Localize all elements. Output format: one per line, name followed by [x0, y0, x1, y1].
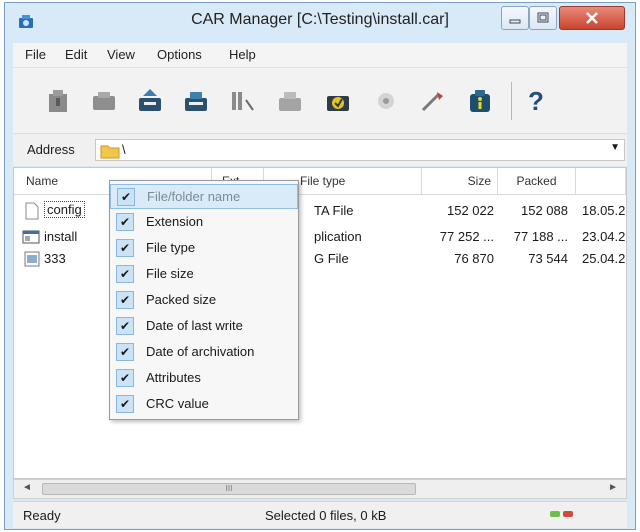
address-bar: Address \ ▼ — [13, 133, 627, 166]
app-window: CAR Manager [C:\Testing\install.car] Fil… — [4, 2, 636, 530]
test-archive-icon[interactable] — [323, 86, 353, 116]
help-icon[interactable]: ? — [521, 86, 551, 116]
table-row[interactable]: config TA File 152 022 152 088 18.05.2 — [14, 200, 626, 222]
scroll-thumb[interactable]: III — [42, 483, 416, 495]
file-size: 152 022 — [447, 203, 494, 218]
packed-size: 77 188 ... — [513, 229, 568, 244]
file-date: 18.05.2 — [582, 203, 626, 218]
delete-files-icon[interactable] — [275, 86, 305, 116]
file-size: 77 252 ... — [439, 229, 494, 244]
menu-item-file-type[interactable]: ✔ File type — [110, 236, 298, 261]
check-icon: ✔ — [116, 213, 134, 231]
packed-size: 152 088 — [521, 203, 568, 218]
activity-indicator-icon — [550, 511, 573, 517]
new-archive-icon[interactable] — [43, 86, 73, 116]
view-files-icon[interactable] — [227, 86, 257, 116]
menu-bar: File Edit View Options Help — [13, 43, 627, 67]
file-size: 76 870 — [454, 251, 494, 266]
check-icon: ✔ — [116, 265, 134, 283]
file-type: TA File — [314, 203, 354, 218]
address-path: \ — [122, 142, 126, 157]
menu-item-attributes[interactable]: ✔ Attributes — [110, 366, 298, 391]
add-files-icon[interactable] — [181, 86, 211, 116]
open-archive-icon[interactable] — [89, 86, 119, 116]
menu-item-file-folder-name[interactable]: ✔ File/folder name — [110, 184, 298, 209]
disc-icon[interactable] — [371, 86, 401, 116]
extract-icon[interactable] — [135, 86, 165, 116]
column-header: Name Ext File type Size Packed — [14, 168, 626, 195]
address-label: Address — [27, 142, 75, 157]
file-date: 23.04.2 — [582, 229, 626, 244]
menu-help[interactable]: Help — [229, 47, 256, 62]
wizard-icon[interactable] — [417, 86, 447, 116]
file-type: G File — [314, 251, 349, 266]
toolbar-separator — [511, 82, 512, 120]
minimize-icon — [509, 19, 521, 24]
minimize-button[interactable] — [501, 6, 529, 30]
folder-icon — [100, 145, 120, 159]
address-dropdown-icon[interactable]: ▼ — [610, 142, 620, 153]
file-name: 333 — [44, 251, 66, 266]
status-bar: Ready Selected 0 files, 0 kB — [13, 501, 627, 528]
file-type: plication — [314, 229, 362, 244]
menu-item-extension[interactable]: ✔ Extension — [110, 210, 298, 235]
address-input[interactable]: \ ▼ — [95, 139, 625, 161]
application-icon — [22, 230, 40, 244]
scroll-grip: III — [225, 484, 233, 493]
horizontal-scrollbar[interactable]: ◄ III ► — [13, 479, 627, 499]
file-name: install — [44, 229, 78, 244]
file-list[interactable]: Name Ext File type Size Packed config TA… — [13, 167, 627, 479]
check-icon: ✔ — [116, 343, 134, 361]
menu-item-date-of-last-write[interactable]: ✔ Date of last write — [110, 314, 298, 339]
file-icon — [25, 202, 39, 220]
menu-edit[interactable]: Edit — [65, 47, 87, 62]
column-packed[interactable]: Packed — [498, 168, 576, 194]
maximize-button[interactable] — [529, 6, 557, 30]
status-ready: Ready — [23, 508, 61, 523]
check-icon: ✔ — [116, 317, 134, 335]
column-context-menu: ✔ File/folder name ✔ Extension ✔ File ty… — [109, 180, 299, 420]
menu-item-file-size[interactable]: ✔ File size — [110, 262, 298, 287]
menu-view[interactable]: View — [107, 47, 135, 62]
menu-file[interactable]: File — [25, 47, 46, 62]
check-icon: ✔ — [117, 188, 135, 206]
status-selection: Selected 0 files, 0 kB — [265, 508, 387, 523]
check-icon: ✔ — [116, 239, 134, 257]
table-row[interactable]: install plication 77 252 ... 77 188 ... … — [14, 226, 626, 248]
image-file-icon — [24, 251, 40, 267]
file-name: config — [44, 201, 85, 218]
close-icon — [586, 12, 598, 24]
table-row[interactable]: 333 G File 76 870 73 544 25.04.2 — [14, 248, 626, 270]
menu-item-crc-value[interactable]: ✔ CRC value — [110, 392, 298, 417]
maximize-icon — [537, 12, 549, 23]
menu-item-date-of-archivation[interactable]: ✔ Date of archivation — [110, 340, 298, 365]
packed-size: 73 544 — [528, 251, 568, 266]
check-icon: ✔ — [116, 369, 134, 387]
menu-item-packed-size[interactable]: ✔ Packed size — [110, 288, 298, 313]
check-icon: ✔ — [116, 395, 134, 413]
info-icon[interactable] — [465, 86, 495, 116]
column-size[interactable]: Size — [422, 168, 498, 194]
toolbar: ? — [13, 67, 627, 134]
scroll-left-icon[interactable]: ◄ — [22, 482, 32, 493]
column-date[interactable] — [576, 168, 626, 194]
title-bar[interactable]: CAR Manager [C:\Testing\install.car] — [5, 3, 635, 39]
scroll-right-icon[interactable]: ► — [608, 482, 618, 493]
close-button[interactable] — [559, 6, 625, 30]
check-icon: ✔ — [116, 291, 134, 309]
menu-options[interactable]: Options — [157, 47, 202, 62]
file-date: 25.04.2 — [582, 251, 626, 266]
